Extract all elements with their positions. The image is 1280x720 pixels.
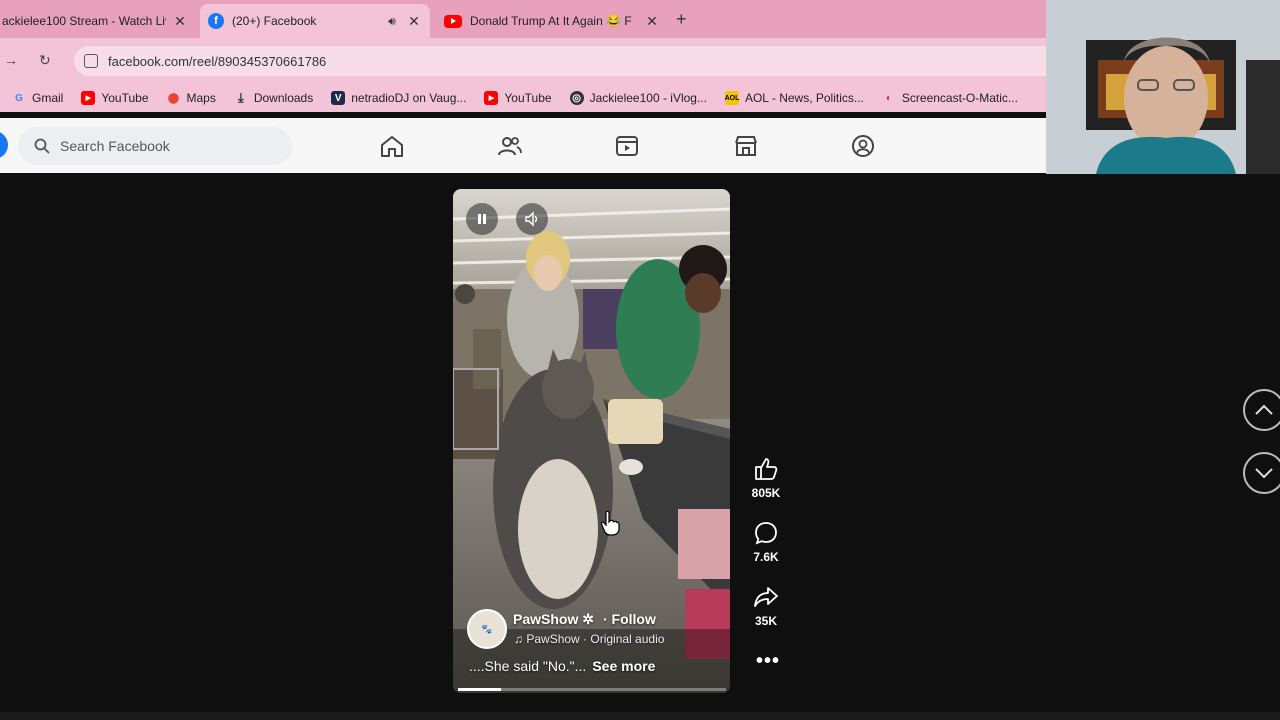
tab-title: Donald Trump At It Again 😂 F: [470, 14, 632, 28]
music-note-icon: ♫: [514, 632, 527, 646]
tab-stream[interactable]: ackielee100 Stream - Watch Live ✕: [0, 4, 196, 38]
search-input[interactable]: Search Facebook: [18, 127, 292, 165]
channel-name[interactable]: PawShow ✲: [513, 611, 594, 628]
bookmark-gmail[interactable]: G Gmail: [12, 91, 63, 105]
tab-title: ackielee100 Stream - Watch Live: [2, 14, 166, 28]
bookmark-screencast[interactable]: ◐ Screencast-O-Matic...: [882, 91, 1018, 105]
youtube-icon: ▶: [81, 91, 96, 105]
channel-avatar-wrap[interactable]: 🐾: [467, 609, 507, 649]
gear-icon: ✲: [582, 611, 594, 627]
like-button[interactable]: 805K: [745, 456, 787, 500]
pause-button[interactable]: [466, 203, 498, 235]
download-icon: ⤓: [237, 90, 244, 105]
screen: ackielee100 Stream - Watch Live ✕ f (20+…: [0, 0, 1280, 720]
google-icon: G: [15, 92, 23, 104]
bookmark-downloads[interactable]: ⤓ Downloads: [234, 90, 314, 105]
more-options-icon[interactable]: •••: [756, 650, 780, 673]
home-icon[interactable]: [379, 133, 405, 159]
comment-button[interactable]: 7.6K: [745, 520, 787, 564]
chevron-up-icon: [1255, 404, 1273, 415]
thumbs-up-icon: [755, 458, 778, 480]
comment-count: 7.6K: [753, 550, 779, 564]
follow-button[interactable]: · Follow: [603, 611, 656, 627]
webcam-image: [1046, 0, 1280, 174]
url-text: facebook.com/reel/890345370661786: [108, 53, 327, 69]
webcam-overlay: [1046, 0, 1280, 174]
share-count: 35K: [754, 614, 777, 628]
audio-label[interactable]: ♫ PawShow · Original audio: [514, 632, 664, 646]
bookmarks-bar: G Gmail ▶ YouTube ⬤ Maps ⤓ Downloads Vnetrad…: [0, 84, 1046, 112]
bookmark-maps[interactable]: ⬤ Maps: [167, 91, 216, 105]
caption: ....She said "No."... See more: [469, 658, 655, 674]
caption-text: ....She said "No."...: [469, 658, 587, 674]
vimeo-icon: V: [331, 91, 346, 105]
marketplace-icon[interactable]: [733, 133, 759, 159]
close-icon[interactable]: ✕: [644, 13, 660, 30]
next-reel-button[interactable]: [1243, 452, 1280, 494]
channel-name-text: PawShow: [513, 611, 579, 627]
video-icon[interactable]: [614, 133, 640, 159]
search-icon: [34, 138, 50, 154]
aol-icon: AOL: [725, 91, 739, 105]
bookmark-aol[interactable]: AOL AOL - News, Politics...: [725, 91, 864, 105]
pause-icon: [478, 214, 486, 224]
globe-icon: ◎: [569, 91, 584, 105]
share-button[interactable]: 35K: [745, 584, 787, 628]
bookmark-label: Gmail: [32, 91, 64, 105]
new-tab-icon[interactable]: +: [676, 9, 687, 30]
reload-icon[interactable]: ↻: [39, 52, 51, 69]
close-icon[interactable]: ✕: [406, 13, 422, 30]
search-placeholder: Search Facebook: [60, 138, 170, 154]
previous-reel-button[interactable]: [1243, 389, 1280, 431]
like-count: 805K: [751, 486, 781, 500]
avatar[interactable]: 🐾: [467, 609, 507, 649]
facebook-icon: f: [208, 13, 224, 29]
bookmark-label: Downloads: [253, 91, 314, 105]
forward-icon[interactable]: →: [4, 52, 18, 68]
see-more-link[interactable]: See more: [592, 658, 655, 674]
friends-icon[interactable]: [497, 133, 523, 159]
progress-fill: [458, 688, 501, 691]
comment-icon: [755, 522, 777, 545]
address-bar[interactable]: facebook.com/reel/890345370661786: [74, 46, 1046, 76]
tab-facebook[interactable]: f (20+) Facebook 🔊︎ ✕: [200, 4, 430, 38]
bookmark-label: Jackielee100 - iVlog...: [589, 91, 707, 105]
tab-title: (20+) Facebook: [232, 14, 317, 28]
share-icon: [754, 587, 778, 607]
groups-icon[interactable]: [850, 133, 876, 159]
bookmark-label: YouTube: [504, 91, 552, 105]
speaker-icon: [525, 211, 538, 227]
site-info-icon[interactable]: [84, 54, 98, 68]
tab-bar: ackielee100 Stream - Watch Live ✕ f (20+…: [0, 0, 1046, 38]
taskbar: [0, 712, 1280, 720]
volume-button[interactable]: [516, 203, 548, 235]
bookmark-label: YouTube: [101, 91, 149, 105]
bookmark-label: Maps: [186, 91, 216, 105]
tab-youtube[interactable]: Donald Trump At It Again 😂 F ✕: [436, 4, 668, 38]
youtube-icon: ▶: [484, 91, 499, 105]
hand-cursor-icon: [600, 510, 620, 536]
bookmark-netradio[interactable]: VnetradioDJ on Vaug...: [331, 91, 466, 105]
bookmark-label: netradioDJ on Vaug...: [351, 91, 467, 105]
bookmark-youtube[interactable]: ▶ YouTube: [81, 91, 149, 105]
bookmark-jackielee[interactable]: ◎ Jackielee100 - iVlog...: [569, 91, 707, 105]
maps-icon: ⬤: [167, 92, 180, 104]
bookmark-youtube-2[interactable]: ▶ YouTube: [484, 91, 552, 105]
video-progress-bar[interactable]: [458, 688, 726, 691]
close-icon[interactable]: ✕: [172, 13, 188, 30]
bookmark-label: AOL - News, Politics...: [744, 91, 864, 105]
bookmark-label: Screencast-O-Matic...: [901, 91, 1018, 105]
screencast-icon: ◐: [885, 92, 892, 104]
audio-text: PawShow · Original audio: [526, 632, 665, 646]
youtube-icon: [444, 14, 462, 28]
chevron-down-icon: [1255, 468, 1273, 479]
speaker-icon[interactable]: 🔊︎: [384, 14, 400, 29]
